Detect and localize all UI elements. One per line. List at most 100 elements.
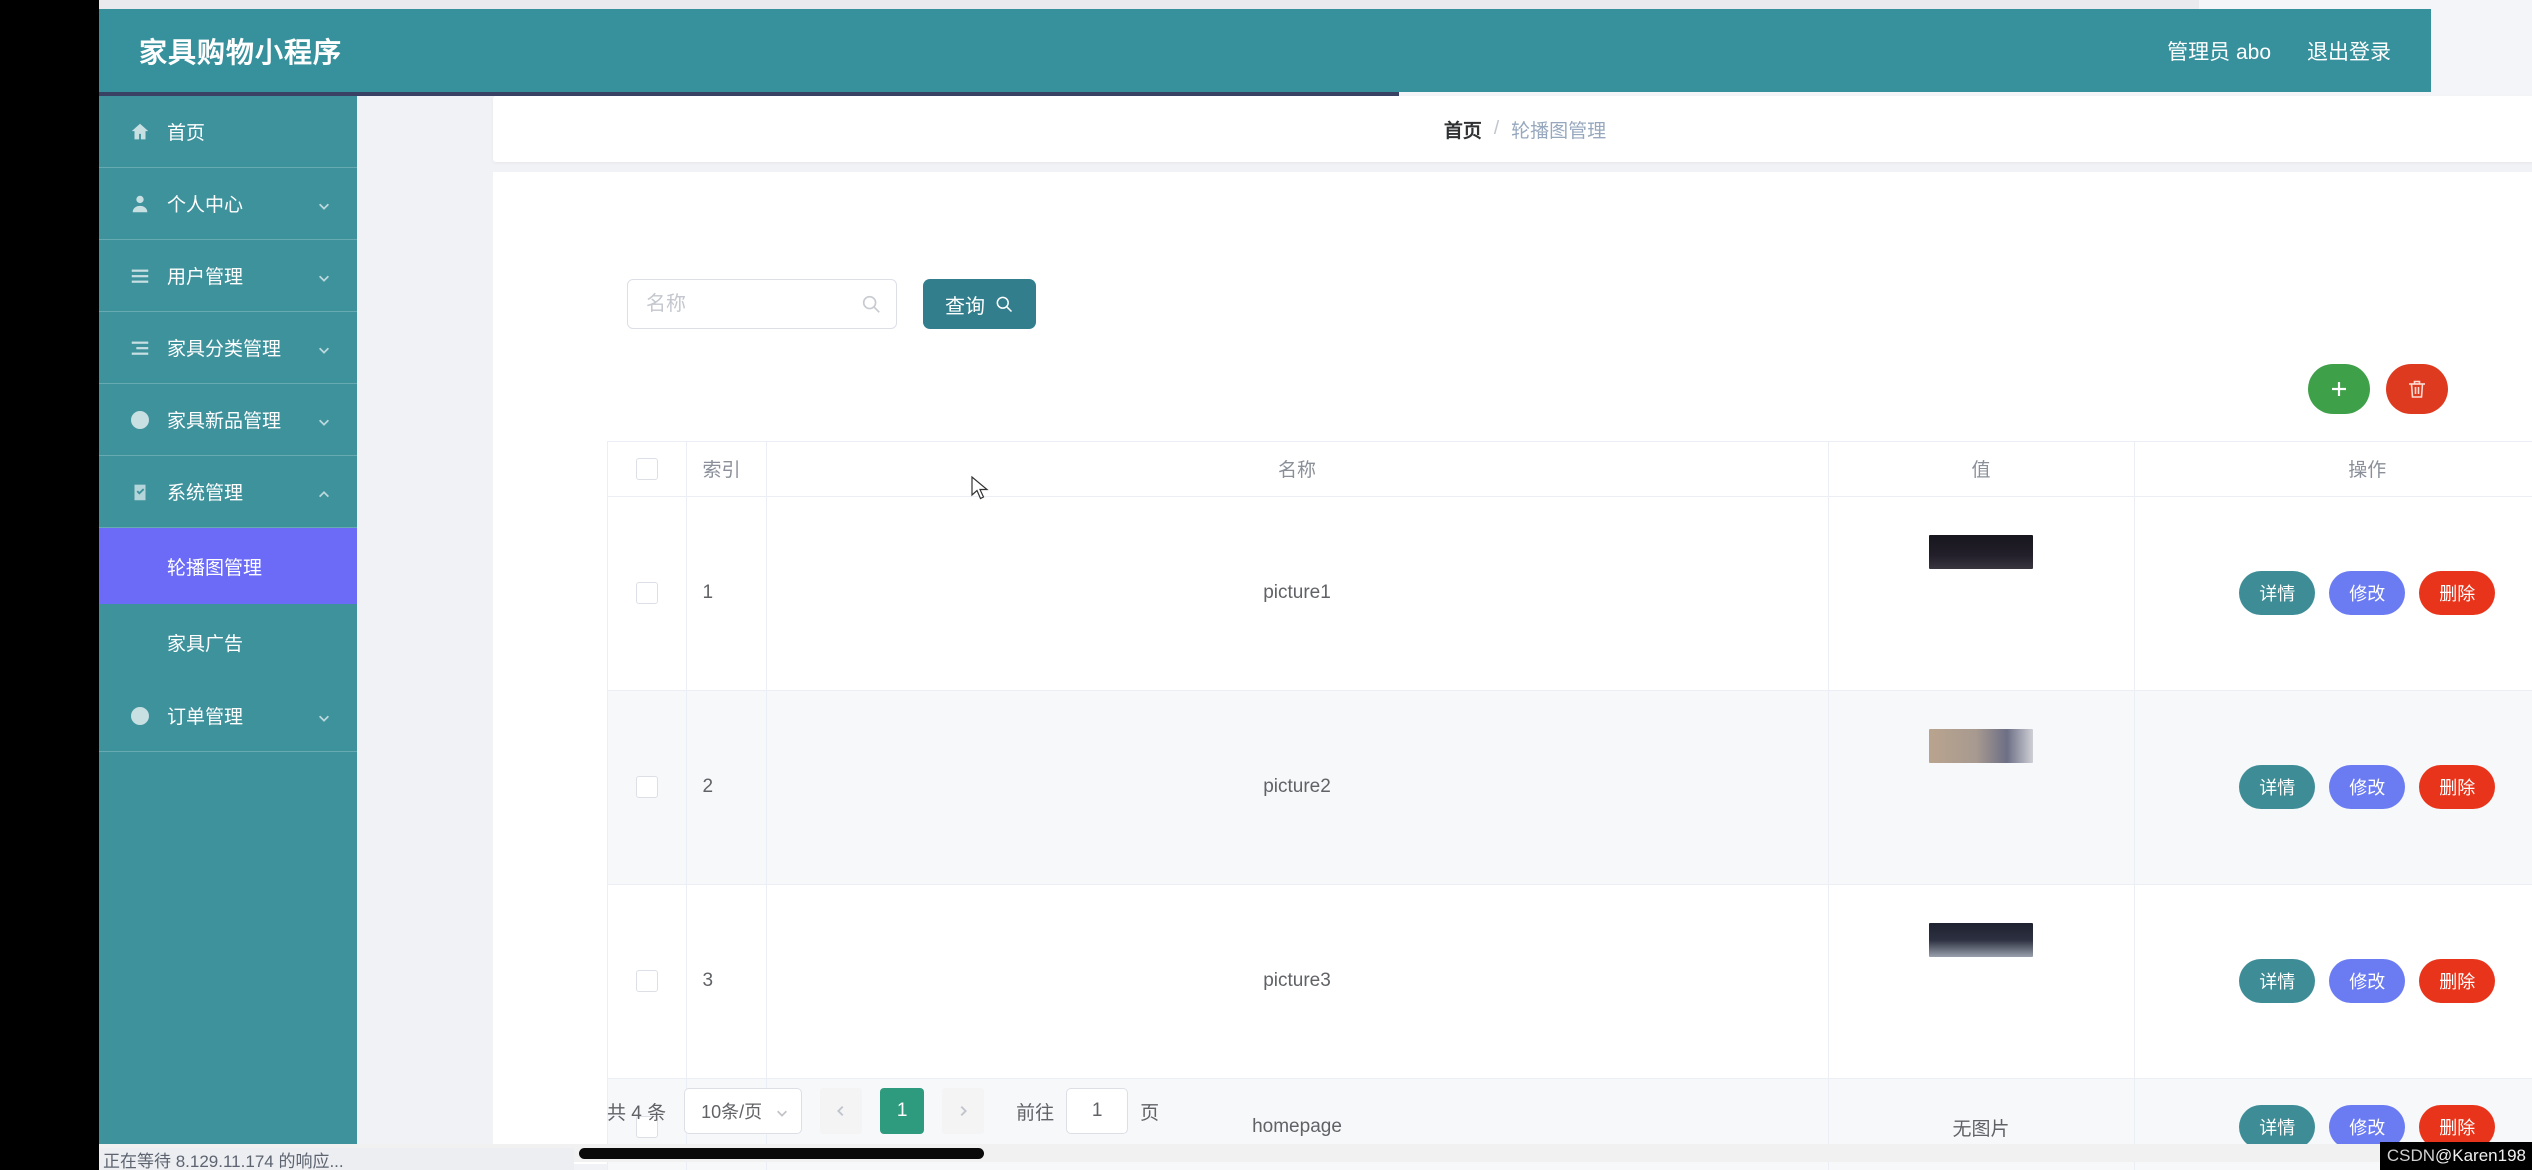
- search-input[interactable]: [628, 280, 896, 328]
- next-page-button[interactable]: [942, 1088, 985, 1134]
- breadcrumb-separator: /: [1493, 118, 1500, 139]
- breadcrumb-current: 轮播图管理: [1511, 120, 1607, 142]
- cell-index: 3: [686, 884, 767, 1079]
- total-count-label: 共 4 条: [607, 1102, 667, 1124]
- trash-icon: [2409, 380, 2425, 398]
- list-icon: [127, 263, 153, 289]
- edit-button[interactable]: 修改: [2329, 959, 2406, 1003]
- horizontal-scrollbar-thumb[interactable]: [579, 1148, 984, 1159]
- cell-value: [1828, 496, 2135, 691]
- search-button[interactable]: 查询: [923, 279, 1036, 329]
- circle-icon: [127, 407, 153, 433]
- row-checkbox[interactable]: [635, 775, 658, 798]
- list-indent-icon: [127, 335, 153, 361]
- table-row: 1 picture1 详情 修改 删除: [608, 496, 2532, 691]
- page-size-value: 10条/页: [701, 1102, 763, 1122]
- page-number-1[interactable]: 1: [880, 1088, 925, 1134]
- batch-delete-button[interactable]: [2386, 364, 2448, 414]
- row-select-cell: [608, 690, 687, 885]
- cell-name: picture1: [766, 496, 1829, 691]
- table-row: 3 picture3 详情 修改 删除: [608, 884, 2532, 1079]
- detail-button[interactable]: 详情: [2239, 571, 2316, 615]
- sidebar-item-furniture-category[interactable]: 家具分类管理: [99, 312, 357, 384]
- sidebar-subitem-carousel-manage[interactable]: 轮播图管理: [99, 528, 357, 604]
- clipboard-check-icon: [127, 479, 153, 505]
- plus-icon: [2332, 382, 2346, 396]
- search-button-label: 查询: [945, 295, 985, 318]
- page-size-select[interactable]: 10条/页: [684, 1088, 803, 1134]
- select-all-checkbox[interactable]: [635, 457, 658, 480]
- delete-button[interactable]: 删除: [2419, 765, 2496, 809]
- chevron-down-icon: [317, 709, 331, 723]
- cell-value: [1828, 690, 2135, 885]
- jump-prefix-label: 前往: [1016, 1102, 1055, 1124]
- sidebar-item-user-manage[interactable]: 用户管理: [99, 240, 357, 312]
- cell-name: picture3: [766, 884, 1829, 1079]
- add-button[interactable]: [2308, 364, 2370, 414]
- edit-button[interactable]: 修改: [2329, 765, 2406, 809]
- detail-button[interactable]: 详情: [2239, 765, 2316, 809]
- sidebar-item-label: 家具分类管理: [167, 339, 282, 360]
- column-header-value: 值: [1828, 442, 2135, 497]
- chevron-down-icon: [317, 341, 331, 355]
- sidebar-item-label: 订单管理: [167, 707, 244, 728]
- chevron-down-icon: [317, 413, 331, 427]
- search-row: 查询: [627, 279, 1036, 329]
- detail-button[interactable]: 详情: [2239, 959, 2316, 1003]
- breadcrumb-home[interactable]: 首页: [1444, 116, 1482, 143]
- chevron-down-icon: [317, 269, 331, 283]
- admin-label: 管理员 abo: [2167, 40, 2271, 64]
- browser-status-bar: 正在等待 8.129.11.174 的响应...: [99, 1148, 574, 1170]
- sidebar-filler: [99, 752, 357, 1152]
- page-jump-input[interactable]: [1066, 1088, 1129, 1134]
- prev-page-button[interactable]: [820, 1088, 863, 1134]
- header-right: 管理员 abo 退出登录: [2167, 36, 2391, 66]
- screen-root: 家具购物小程序 管理员 abo 退出登录 首页 个人中心 用户管理 家具分类管理…: [0, 0, 2532, 1170]
- sidebar-item-label: 个人中心: [167, 195, 244, 216]
- sidebar-subitem-label: 家具广告: [167, 633, 244, 655]
- pagination: 共 4 条 10条/页 1 前往 页: [607, 1088, 1159, 1134]
- data-table: 索引 名称 值 操作 1 picture1 详情 修改 删除 2 picture…: [607, 441, 2532, 1170]
- chevron-down-icon: [775, 1104, 789, 1118]
- chevron-right-icon: [960, 1105, 968, 1117]
- thumbnail-image: [1929, 923, 2033, 957]
- watermark: CSDN @Karen198: [2380, 1142, 2532, 1170]
- table-header-row: 索引 名称 值 操作: [608, 442, 2532, 497]
- sidebar-subitem-label: 轮播图管理: [167, 557, 263, 579]
- search-icon: [860, 293, 882, 315]
- row-select-cell: [608, 884, 687, 1079]
- home-icon: [127, 119, 153, 145]
- sidebar-item-label: 系统管理: [167, 483, 244, 504]
- logout-button[interactable]: 退出登录: [2307, 36, 2391, 66]
- row-select-cell: [608, 496, 687, 691]
- cell-ops: 详情 修改 删除: [2134, 496, 2532, 691]
- chevron-down-icon: [317, 197, 331, 211]
- delete-button[interactable]: 删除: [2419, 571, 2496, 615]
- sidebar-item-label: 用户管理: [167, 267, 244, 288]
- thumbnail-image: [1929, 729, 2033, 763]
- table-row: 2 picture2 详情 修改 删除: [608, 690, 2532, 885]
- cell-index: 2: [686, 690, 767, 885]
- sidebar-item-furniture-new[interactable]: 家具新品管理: [99, 384, 357, 456]
- breadcrumb: 首页 / 轮播图管理: [1444, 116, 1606, 143]
- compass-icon: [127, 703, 153, 729]
- sidebar-item-label: 首页: [167, 123, 206, 144]
- sidebar-item-home[interactable]: 首页: [99, 96, 357, 168]
- watermark-user: @Karen198: [2435, 1146, 2526, 1165]
- cell-ops: 详情 修改 删除: [2134, 690, 2532, 885]
- edit-button[interactable]: 修改: [2329, 571, 2406, 615]
- user-icon: [127, 191, 153, 217]
- breadcrumb-bar: 首页 / 轮播图管理: [493, 96, 2532, 162]
- sidebar-item-order-manage[interactable]: 订单管理: [99, 680, 357, 752]
- row-checkbox[interactable]: [635, 581, 658, 604]
- app-title: 家具购物小程序: [139, 36, 343, 68]
- detail-button[interactable]: 详情: [2239, 1105, 2316, 1149]
- sidebar-item-profile[interactable]: 个人中心: [99, 168, 357, 240]
- watermark-site: CSDN: [2386, 1146, 2435, 1165]
- sidebar-subitem-furniture-ad[interactable]: 家具广告: [99, 604, 357, 680]
- sidebar-item-system-manage[interactable]: 系统管理: [99, 456, 357, 528]
- main-content: 首页 / 轮播图管理 查询: [357, 96, 2532, 1170]
- row-checkbox[interactable]: [635, 969, 658, 992]
- status-text: 正在等待 8.129.11.174 的响应...: [103, 1151, 344, 1170]
- delete-button[interactable]: 删除: [2419, 959, 2496, 1003]
